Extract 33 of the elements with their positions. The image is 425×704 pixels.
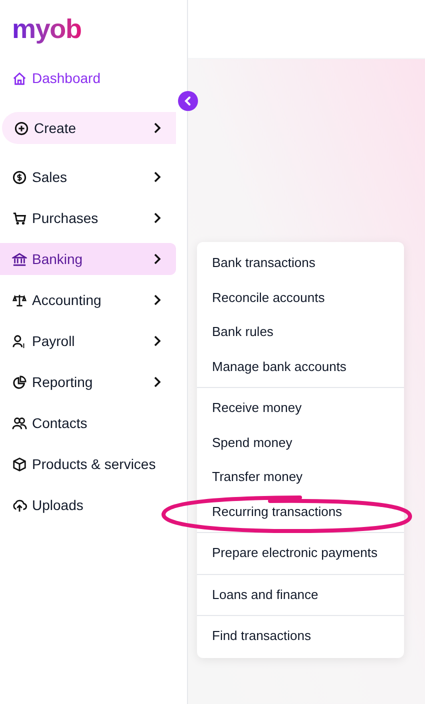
dollar-coin-icon bbox=[12, 170, 27, 184]
submenu-item[interactable]: Receive money bbox=[212, 400, 302, 416]
box-icon bbox=[12, 456, 27, 472]
nav-item[interactable]: Payroll bbox=[0, 325, 176, 357]
submenu-item[interactable]: Bank transactions bbox=[212, 255, 316, 272]
submenu-item[interactable]: Spend money bbox=[212, 434, 292, 451]
nav-item[interactable]: Accounting bbox=[0, 284, 176, 316]
cart-icon bbox=[12, 210, 27, 226]
submenu-item[interactable]: Find transactions bbox=[212, 628, 311, 644]
submenu-item[interactable]: Reconcile accounts bbox=[212, 290, 325, 306]
nav-item[interactable]: Reporting bbox=[0, 366, 176, 398]
nav-item[interactable]: Uploads bbox=[0, 489, 176, 521]
submenu-item[interactable]: Transfer money bbox=[212, 469, 303, 486]
submenu-item[interactable]: Prepare electronic payments bbox=[212, 545, 378, 562]
submenu-item[interactable]: Recurring transactions bbox=[212, 504, 342, 520]
pie-chart-icon bbox=[12, 374, 27, 390]
chevron-left-icon bbox=[183, 96, 193, 106]
nav-item[interactable]: Sales bbox=[0, 161, 176, 193]
nav-item[interactable]: Create bbox=[2, 112, 176, 144]
scales-icon bbox=[12, 292, 27, 308]
plus-circle-icon bbox=[14, 120, 29, 136]
submenu-item[interactable]: Manage bank accounts bbox=[212, 358, 346, 375]
home-icon bbox=[12, 70, 27, 86]
bank-icon bbox=[12, 252, 27, 266]
submenu-item[interactable]: Loans and finance bbox=[212, 586, 318, 603]
nav-item[interactable]: Banking bbox=[0, 243, 176, 275]
nav-item[interactable]: Purchases bbox=[0, 202, 176, 234]
nav-item[interactable]: Dashboard bbox=[0, 62, 176, 94]
nav-item[interactable]: Contacts bbox=[0, 407, 176, 439]
nav-item[interactable]: Products & services bbox=[0, 448, 176, 480]
cloud-upload-icon bbox=[12, 498, 27, 512]
people-icon bbox=[12, 416, 27, 430]
submenu-item[interactable]: Bank rules bbox=[212, 324, 274, 340]
